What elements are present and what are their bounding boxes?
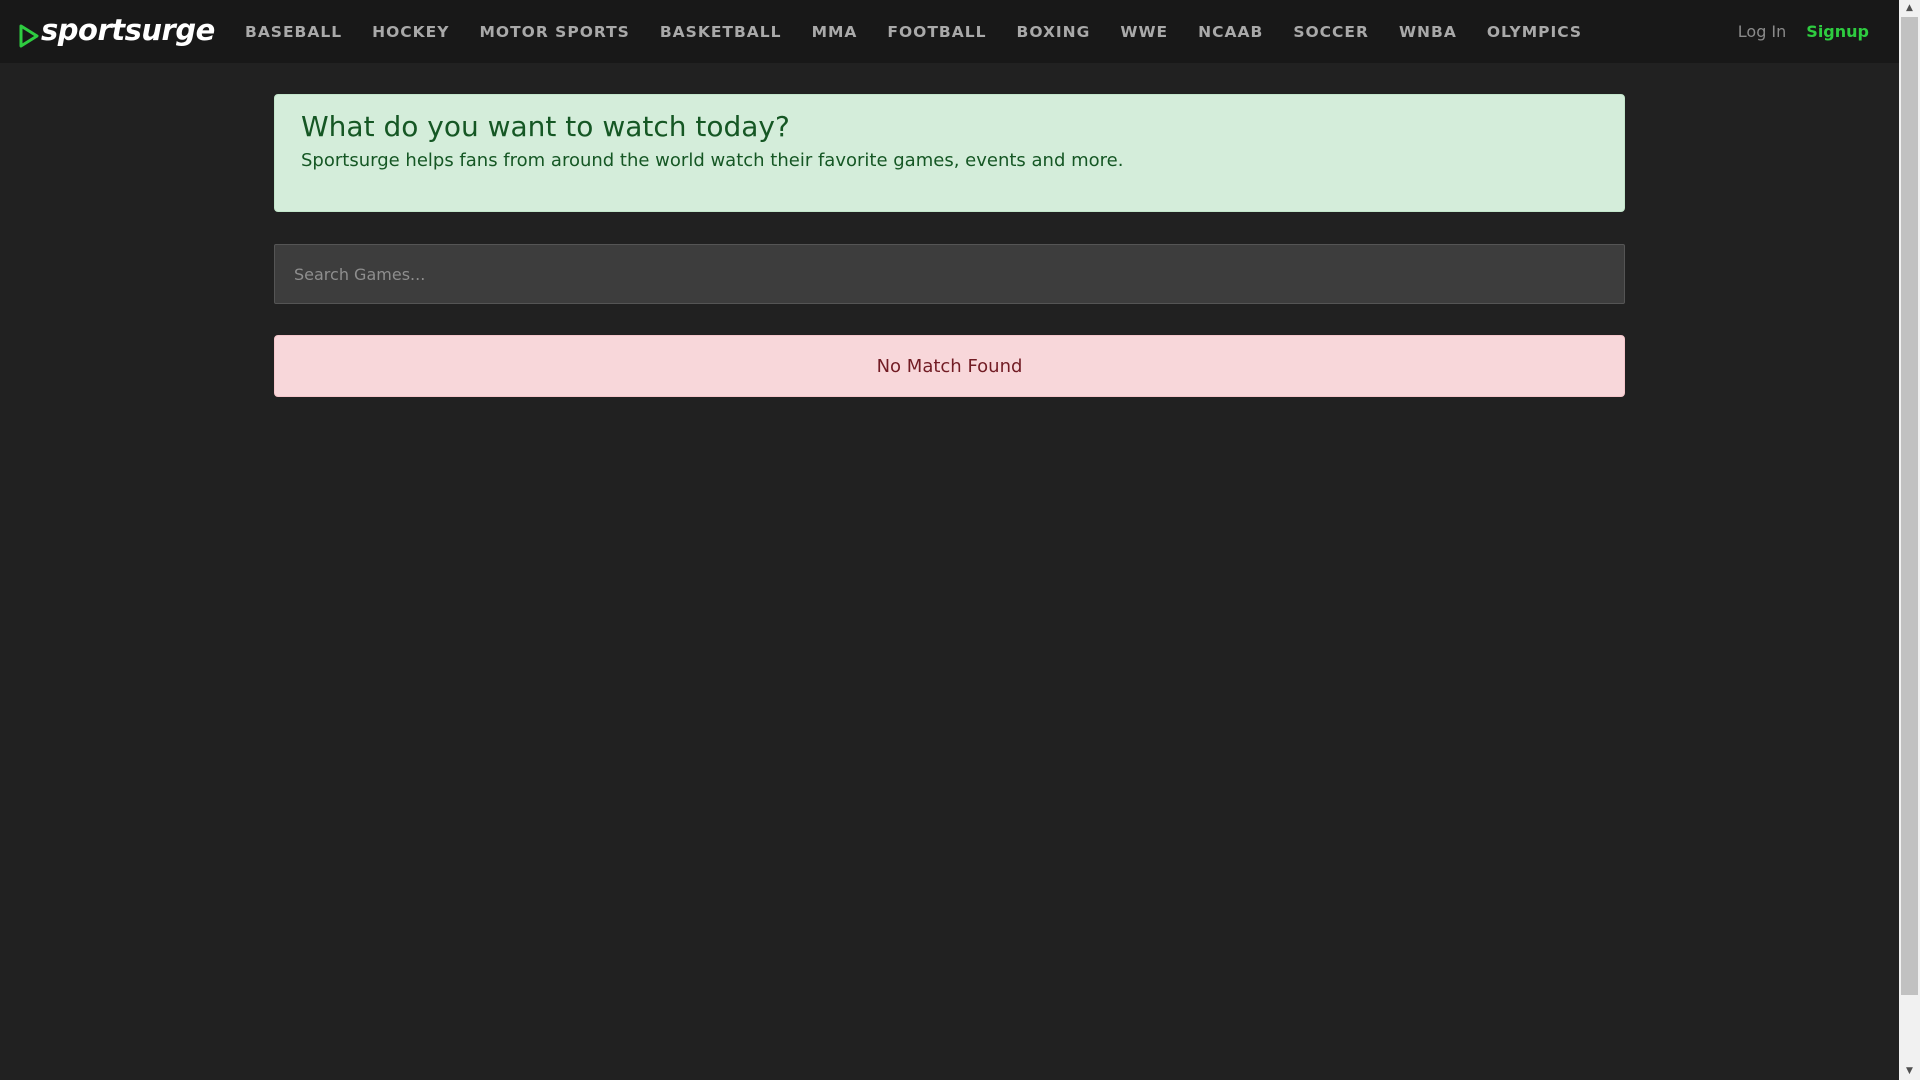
nav-item-motor-sports: MOTOR SPORTS	[479, 22, 629, 41]
nav-item-wwe: WWE	[1120, 22, 1168, 41]
brand-name: sportsurge	[41, 12, 215, 47]
nav-item-baseball: BASEBALL	[245, 22, 342, 41]
login-link[interactable]: Log In	[1738, 22, 1787, 41]
search-games-input[interactable]	[274, 244, 1625, 304]
top-navbar: sportsurge BASEBALL HOCKEY MOTOR SPORTS …	[0, 0, 1899, 63]
welcome-banner: What do you want to watch today? Sportsu…	[274, 94, 1625, 212]
brand-logo-link[interactable]: sportsurge	[19, 10, 215, 50]
main-container: What do you want to watch today? Sportsu…	[274, 94, 1625, 397]
no-match-alert: No Match Found	[274, 335, 1625, 397]
hero-title: What do you want to watch today?	[301, 110, 790, 143]
nav-link-wwe[interactable]: WWE	[1120, 23, 1168, 41]
vertical-scrollbar[interactable]: ▲ ▼	[1899, 0, 1920, 1080]
no-match-message: No Match Found	[876, 355, 1023, 377]
search-wrapper	[274, 244, 1625, 304]
nav-item-olympics: OLYMPICS	[1487, 22, 1582, 41]
nav-link-motor-sports[interactable]: MOTOR SPORTS	[479, 23, 629, 41]
nav-item-mma: MMA	[812, 22, 858, 41]
nav-link-boxing[interactable]: BOXING	[1017, 23, 1091, 41]
nav-link-baseball[interactable]: BASEBALL	[245, 23, 342, 41]
sport-nav-list: BASEBALL HOCKEY MOTOR SPORTS BASKETBALL …	[230, 0, 1597, 63]
nav-link-football[interactable]: FOOTBALL	[887, 23, 986, 41]
nav-link-soccer[interactable]: SOCCER	[1293, 23, 1369, 41]
play-triangle-icon	[19, 24, 39, 48]
nav-item-ncaab: NCAAB	[1198, 22, 1263, 41]
scroll-down-arrow-icon[interactable]: ▼	[1899, 1063, 1920, 1080]
hero-subtitle: Sportsurge helps fans from around the wo…	[301, 150, 1124, 171]
nav-link-ncaab[interactable]: NCAAB	[1198, 23, 1263, 41]
nav-link-wnba[interactable]: WNBA	[1399, 23, 1457, 41]
nav-item-soccer: SOCCER	[1293, 22, 1369, 41]
page: sportsurge BASEBALL HOCKEY MOTOR SPORTS …	[0, 0, 1920, 1080]
nav-item-hockey: HOCKEY	[372, 22, 449, 41]
scrollbar-thumb[interactable]	[1901, 17, 1918, 995]
nav-item-boxing: BOXING	[1017, 22, 1091, 41]
nav-link-basketball[interactable]: BASKETBALL	[660, 23, 782, 41]
nav-item-football: FOOTBALL	[887, 22, 986, 41]
nav-item-wnba: WNBA	[1399, 22, 1457, 41]
auth-links: Log In Signup	[1718, 0, 1869, 63]
nav-link-hockey[interactable]: HOCKEY	[372, 23, 449, 41]
nav-link-olympics[interactable]: OLYMPICS	[1487, 23, 1582, 41]
signup-link[interactable]: Signup	[1806, 22, 1869, 41]
scroll-up-arrow-icon[interactable]: ▲	[1899, 0, 1920, 17]
nav-link-mma[interactable]: MMA	[812, 23, 858, 41]
nav-item-basketball: BASKETBALL	[660, 22, 782, 41]
